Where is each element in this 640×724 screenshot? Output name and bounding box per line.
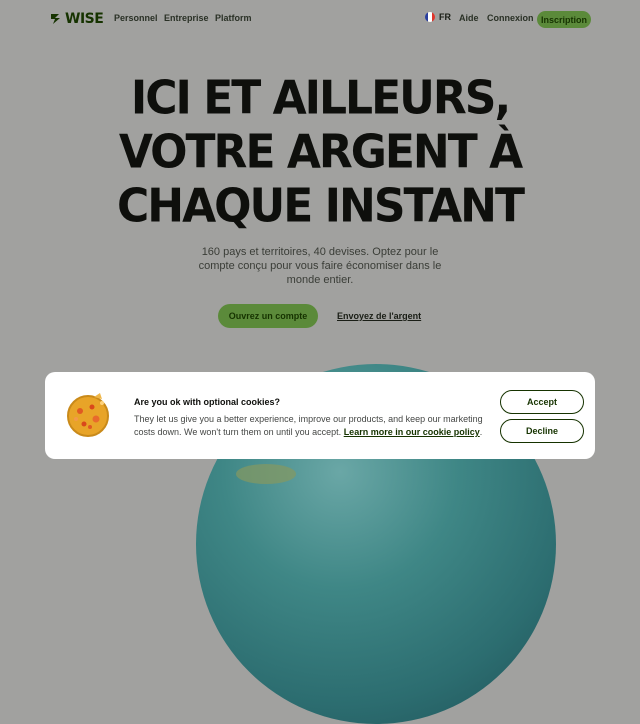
cookie-banner: Are you ok with optional cookies? They l…: [45, 372, 595, 459]
send-money-link[interactable]: Envoyez de l'argent: [337, 311, 421, 321]
language-selector[interactable]: FR: [425, 12, 451, 22]
top-navigation: WISE Personnel Entreprise Platform FR Ai…: [0, 0, 640, 38]
hero-title-line-1: ICI ET AILLEURS,: [130, 71, 511, 126]
cookie-icon: [67, 393, 109, 437]
logo-text: WISE: [65, 11, 104, 27]
nav-link-personnel[interactable]: Personnel: [114, 13, 158, 23]
nav-link-platform[interactable]: Platform: [215, 13, 252, 23]
language-label: FR: [439, 12, 451, 22]
france-flag-icon: [425, 12, 435, 22]
cookie-banner-title: Are you ok with optional cookies?: [134, 397, 281, 407]
nav-link-login[interactable]: Connexion: [487, 13, 534, 23]
hero-title-line-2: VOTRE ARGENT À: [118, 125, 523, 180]
cookie-policy-link[interactable]: Learn more in our cookie policy: [344, 427, 480, 437]
wise-logo[interactable]: WISE: [50, 11, 104, 27]
nav-link-entreprise[interactable]: Entreprise: [164, 13, 209, 23]
nav-link-help[interactable]: Aide: [459, 13, 479, 23]
decline-cookies-button[interactable]: Decline: [500, 419, 584, 443]
open-account-button[interactable]: Ouvrez un compte: [218, 304, 318, 328]
hero-subtitle: 160 pays et territoires, 40 devises. Opt…: [198, 246, 442, 286]
accept-cookies-button[interactable]: Accept: [500, 390, 584, 414]
cookie-banner-text: They let us give you a better experience…: [134, 413, 484, 439]
hero-title: ICI ET AILLEURS, VOTRE ARGENT À CHAQUE I…: [0, 72, 640, 234]
wise-flag-icon: [51, 14, 60, 24]
cookie-text-suffix: .: [479, 427, 483, 437]
hero-title-line-3: CHAQUE INSTANT: [116, 179, 525, 234]
signup-button[interactable]: Inscription: [537, 11, 591, 28]
